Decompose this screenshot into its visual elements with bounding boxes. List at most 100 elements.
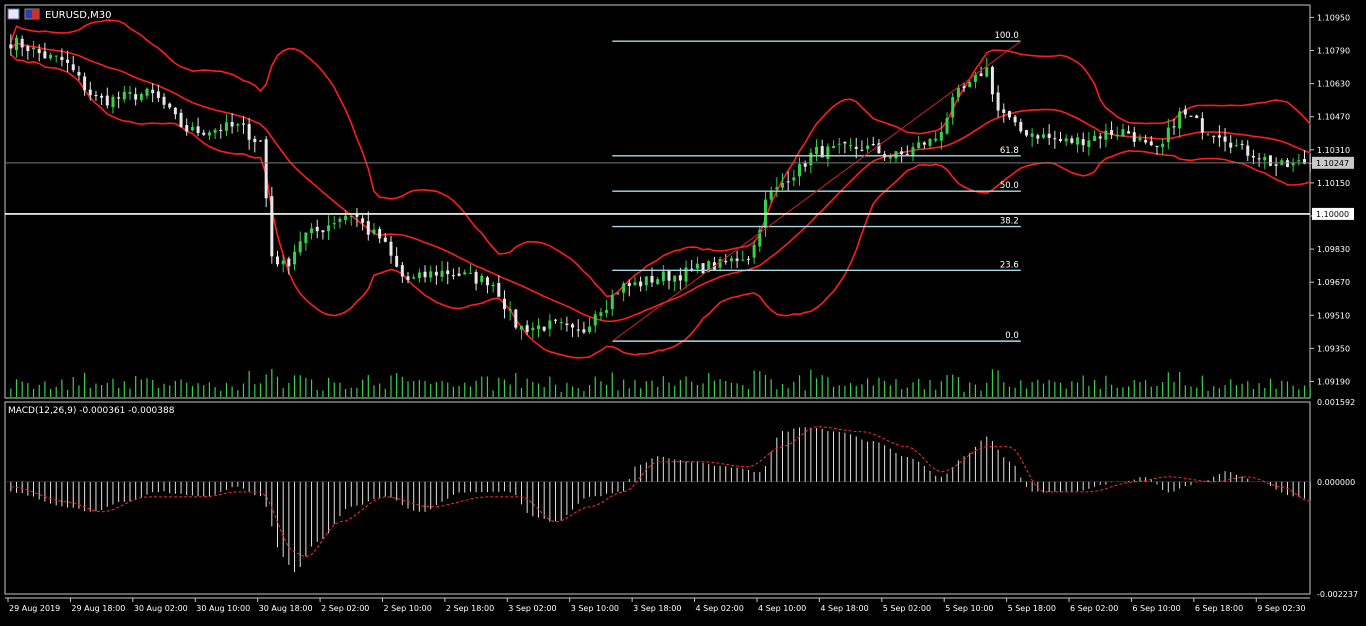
candle [247,118,251,150]
candle [656,276,660,285]
candle [571,322,575,338]
time-tick-label: 6 Sep 18:00 [1195,604,1243,613]
candle [111,94,115,114]
time-tick-label: 6 Sep 02:00 [1070,604,1118,613]
candle [1166,118,1170,150]
candle [729,255,733,269]
candle [1217,125,1221,147]
candle [162,93,166,109]
candle [502,290,506,319]
bollinger-lower [10,54,1311,359]
candle [241,115,245,134]
candle [270,186,274,264]
candle [832,140,836,149]
candle [1121,123,1125,137]
candle [905,145,909,155]
candle [100,93,104,105]
candle [661,264,665,286]
candle [860,140,864,152]
candle [820,139,824,158]
chart-window-icon [7,8,20,20]
candle [145,87,149,100]
candle [1268,155,1272,167]
candle [928,138,932,149]
candle [644,276,648,291]
time-tick-label: 29 Aug 2019 [9,604,60,613]
price-tick-label: 1.10150 [1317,179,1350,188]
candle [1036,133,1040,144]
candle [1178,107,1182,138]
candle [20,35,24,57]
candle [1212,135,1216,144]
candle [1263,153,1267,170]
candle [298,231,302,256]
candle [338,216,342,229]
time-tick-label: 2 Sep 18:00 [446,604,494,613]
candle [151,83,155,103]
time-tick-label: 30 Aug 18:00 [259,604,313,613]
fibonacci-retracement[interactable]: 100.0 61.8 50.0 38.2 23.6 0.0 [611,31,1022,342]
candle [548,314,552,337]
price-chart[interactable]: 100.0 61.8 50.0 38.2 23.6 0.0 1.10950 1.10790 1… [0,0,1366,622]
mt-chart-window[interactable]: 100.0 61.8 50.0 38.2 23.6 0.0 1.10950 1.10790 1… [0,0,1366,622]
time-tick-label: 30 Aug 10:00 [196,604,250,613]
macd-title: MACD(12,26,9) -0.000361 -0.000388 [8,406,175,416]
candle [798,157,802,186]
candle [673,275,677,292]
candle [610,289,614,316]
candle [599,307,603,321]
candle [605,299,609,318]
candle [213,127,217,140]
candle [1223,128,1227,152]
candle [519,325,523,340]
candle [1246,140,1250,161]
time-tick-label: 5 Sep 18:00 [1008,604,1056,613]
candle [451,268,455,280]
candle [32,40,36,58]
candle [741,250,745,262]
price-tick-label: 1.09510 [1317,311,1350,320]
candle [1076,133,1080,153]
candle [1132,126,1136,147]
candle [71,55,75,73]
time-tick-label: 3 Sep 10:00 [571,604,619,613]
candle [474,269,478,291]
candle [1200,112,1204,140]
candle [258,140,262,142]
candle [77,66,81,81]
price-tick-label: 1.10790 [1317,47,1350,56]
candle [1291,158,1295,173]
candle [554,318,558,324]
candle [951,92,955,125]
candle [815,139,819,162]
candle [945,112,949,136]
candle [1183,105,1187,119]
candle [497,275,501,297]
candle [849,138,853,151]
candle [491,281,495,293]
price-tick-label: 1.10310 [1317,146,1350,155]
candle [1024,129,1028,138]
candle [1172,118,1176,135]
candle [389,235,393,264]
candle [1041,127,1045,139]
time-tick-label: 2 Sep 10:00 [383,604,431,613]
candle [179,108,183,128]
candle [843,141,847,154]
candle [1030,128,1034,147]
candle [622,281,626,302]
candle [1098,132,1102,149]
candle [1007,110,1011,120]
candle [446,261,450,285]
candle [26,44,30,60]
fibo-level-label: 61.8 [1000,146,1019,156]
fibo-level-label: 0.0 [1005,331,1019,341]
candle [310,223,314,240]
candle [122,85,126,103]
candle [1206,132,1210,136]
candle [724,254,728,265]
candle [809,148,813,174]
candle [1070,135,1074,145]
candle [1081,132,1085,153]
candle [866,137,870,153]
